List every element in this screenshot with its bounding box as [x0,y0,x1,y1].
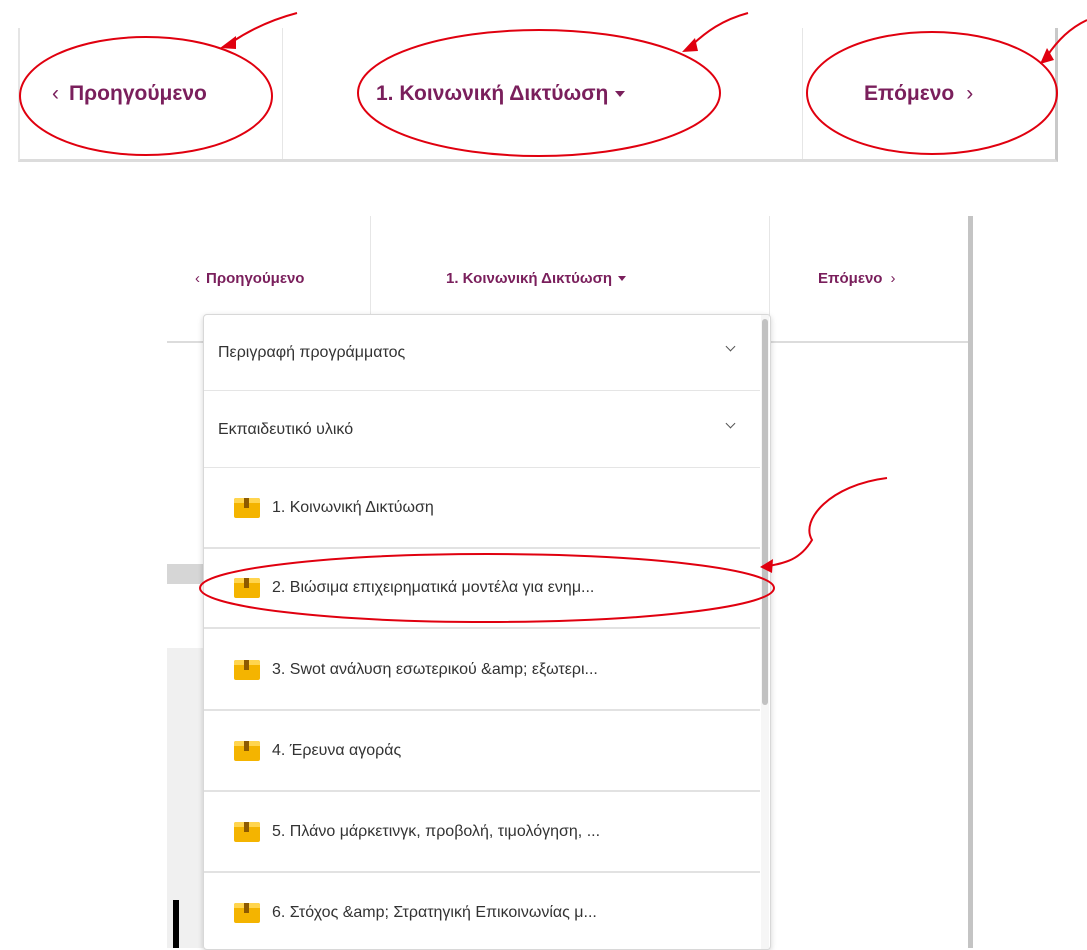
scrollbar-thumb[interactable] [762,319,768,705]
chevron-left-icon: ‹ [52,81,59,105]
module-item[interactable]: 3. Swot ανάλυση εσωτερικού &amp; εξωτερι… [204,631,760,711]
next-label: Επόμενο [818,270,883,287]
module-item-label: 1. Κοινωνική Δικτύωση [272,499,434,516]
next-button[interactable]: Επόμενο › [864,28,973,159]
module-item[interactable]: 4. Έρευνα αγοράς [204,712,760,792]
nav-divider [282,28,283,159]
module-select-label: 1. Κοινωνική Δικτύωση [376,81,609,105]
previous-label: Προηγούμενο [69,81,207,105]
next-button[interactable]: Επόμενο › [818,216,895,341]
chevron-right-icon: › [966,81,974,105]
module-item-label: 3. Swot ανάλυση εσωτερικού &amp; εξωτερι… [272,661,598,678]
module-select-button[interactable]: 1. Κοινωνική Δικτύωση [376,28,626,159]
chevron-right-icon: › [890,270,896,287]
module-item[interactable]: 2. Βιώσιμα επιχειρηματικά μοντέλα για εν… [204,549,760,629]
section-label: Εκπαιδευτικό υλικό [218,420,354,438]
module-item-label: 4. Έρευνα αγοράς [272,742,402,759]
section-training-material[interactable]: Εκπαιδευτικό υλικό [204,392,760,468]
course-nav-bar-zoomed: ‹ Προηγούμενο 1. Κοινωνική Δικτύωση Επόμ… [18,28,1058,162]
content-edge [173,900,179,948]
module-select-label: 1. Κοινωνική Δικτύωση [446,270,612,287]
module-dropdown-menu: Περιγραφή προγράμματος Εκπαιδευτικό υλικ… [203,314,771,950]
chevron-left-icon: ‹ [195,270,200,287]
package-icon [234,578,260,598]
previous-label: Προηγούμενο [206,270,305,287]
chevron-down-icon[interactable] [725,341,736,352]
package-icon [234,822,260,842]
module-item[interactable]: 5. Πλάνο μάρκετινγκ, προβολή, τιμολόγηση… [204,793,760,873]
caret-down-icon [618,276,626,281]
package-icon [234,660,260,680]
section-label: Περιγραφή προγράμματος [218,343,406,361]
chevron-down-icon[interactable] [725,418,736,429]
next-label: Επόμενο [864,81,955,105]
package-icon [234,498,260,518]
package-icon [234,903,260,923]
module-item-label: 5. Πλάνο μάρκετινγκ, προβολή, τιμολόγηση… [272,823,601,840]
content-bar [167,564,203,584]
module-item[interactable]: 6. Στόχος &amp; Στρατηγική Επικοινωνίας … [204,874,760,949]
previous-button[interactable]: ‹ Προηγούμενο [52,28,207,159]
package-icon [234,741,260,761]
section-program-description[interactable]: Περιγραφή προγράμματος [204,315,760,391]
nav-divider [802,28,803,159]
module-item[interactable]: 1. Κοινωνική Δικτύωση [204,469,760,549]
module-item-label: 2. Βιώσιμα επιχειρηματικά μοντέλα για εν… [272,579,595,596]
module-item-label: 6. Στόχος &amp; Στρατηγική Επικοινωνίας … [272,904,597,921]
caret-down-icon [615,90,626,97]
